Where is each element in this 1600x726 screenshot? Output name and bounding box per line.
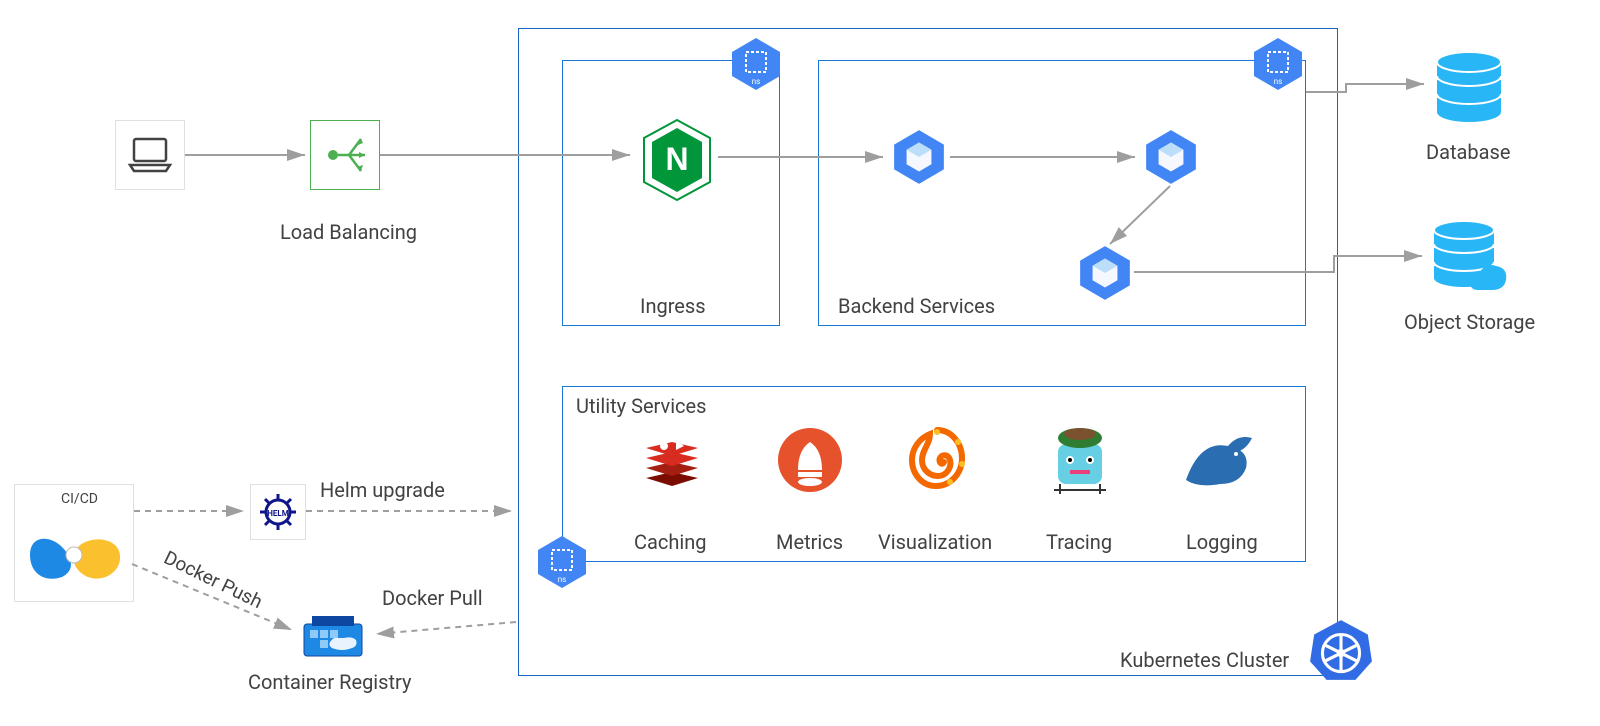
backend-namespace-icon: ns — [1250, 36, 1306, 92]
cicd-box: CI/CD — [14, 484, 134, 602]
helm-upgrade-label: Helm upgrade — [320, 478, 445, 502]
arrow-backend-to-database — [1306, 80, 1430, 96]
arrow-cicd-to-registry — [132, 564, 302, 644]
object-storage-label: Object Storage — [1404, 310, 1535, 334]
visualization-grafana-icon — [902, 424, 972, 494]
arrow-helm-to-cluster — [306, 506, 518, 516]
load-balancing-label: Load Balancing — [280, 220, 417, 244]
svg-text:ns: ns — [752, 77, 761, 86]
object-storage-icon — [1428, 218, 1514, 296]
backend-services-label: Backend Services — [838, 294, 995, 318]
svg-text:★: ★ — [680, 436, 689, 447]
arrow-cluster-to-registry — [372, 622, 522, 642]
svg-text:N: N — [665, 141, 688, 177]
backend-pod-1-icon — [890, 128, 948, 186]
container-registry-icon — [298, 608, 368, 662]
tracing-jaeger-icon — [1040, 420, 1120, 498]
arrow-pod1-to-pod2 — [950, 152, 1140, 162]
svg-text:ns: ns — [558, 575, 567, 584]
utility-services-label: Utility Services — [576, 394, 706, 418]
client-laptop-icon — [115, 120, 185, 190]
backend-pod-2-icon — [1142, 128, 1200, 186]
arrow-backend-to-object-storage — [1134, 252, 1428, 282]
tracing-label: Tracing — [1046, 530, 1112, 554]
caching-label: Caching — [634, 530, 707, 554]
helm-icon: HELM — [250, 484, 306, 540]
arrow-cicd-to-helm — [134, 506, 250, 516]
metrics-prometheus-icon — [776, 426, 844, 494]
logging-fluentd-icon — [1180, 428, 1260, 492]
logging-label: Logging — [1186, 530, 1258, 554]
load-balancing-icon — [310, 120, 380, 190]
backend-services-box — [818, 60, 1306, 326]
arrow-nginx-to-pod1 — [718, 152, 888, 162]
svg-text:ns: ns — [1274, 77, 1283, 86]
utility-namespace-icon: ns — [534, 534, 590, 590]
ingress-label: Ingress — [640, 294, 706, 318]
caching-redis-icon: ★ — [636, 428, 708, 492]
database-icon — [1430, 50, 1508, 124]
cicd-label: CI/CD — [61, 491, 179, 507]
database-label: Database — [1426, 140, 1510, 164]
kubernetes-cluster-label: Kubernetes Cluster — [1120, 648, 1289, 672]
docker-pull-label: Docker Pull — [382, 586, 483, 610]
arrow-client-to-lb — [185, 150, 310, 160]
visualization-label: Visualization — [878, 530, 992, 554]
arrow-lb-to-nginx — [380, 150, 635, 160]
container-registry-label: Container Registry — [248, 670, 411, 694]
metrics-label: Metrics — [776, 530, 843, 554]
ingress-namespace-icon: ns — [728, 36, 784, 92]
svg-text:HELM: HELM — [267, 509, 288, 518]
nginx-icon: N — [638, 116, 716, 204]
arrow-pod2-to-pod3 — [1100, 186, 1180, 256]
kubernetes-icon — [1308, 618, 1374, 684]
